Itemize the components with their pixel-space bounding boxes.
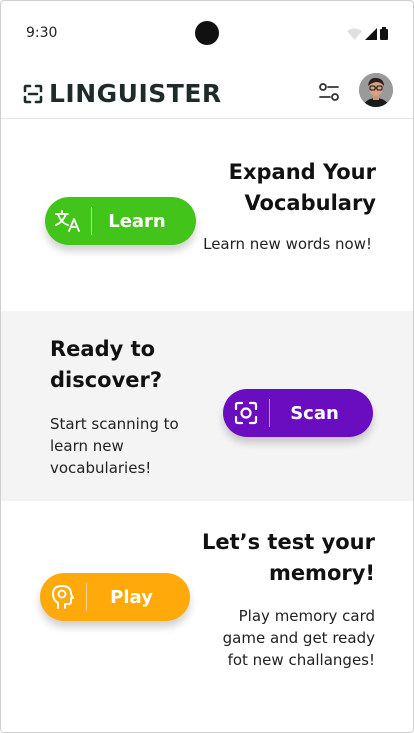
signal-icon bbox=[365, 28, 377, 40]
avatar[interactable] bbox=[359, 73, 393, 107]
play-heading: Let’s test your memory! bbox=[201, 530, 375, 585]
learn-section: Expand Your Vocabulary Learn new words n… bbox=[1, 119, 413, 311]
play-button[interactable]: Play bbox=[40, 573, 190, 621]
brain-head-icon bbox=[40, 584, 86, 610]
status-bar: 9:30 bbox=[1, 1, 413, 65]
play-description: Play memory card game and get ready fot … bbox=[222, 607, 375, 669]
scan-heading: Ready to discover? bbox=[50, 337, 163, 392]
phone-screen: 9:30 LINGUISTER Expand Your Vocabulary L… bbox=[0, 0, 414, 733]
learn-description: Learn new words now! bbox=[203, 235, 372, 253]
scan-section: Ready to discover? Start scanning to lea… bbox=[1, 311, 413, 501]
scan-logo-icon bbox=[23, 84, 43, 104]
status-time: 9:30 bbox=[26, 25, 58, 41]
play-button-label: Play bbox=[110, 586, 153, 608]
learn-button[interactable]: Learn bbox=[45, 197, 196, 245]
play-section: Let’s test your memory! Play memory card… bbox=[1, 501, 413, 732]
wifi-icon bbox=[347, 28, 362, 40]
system-icons bbox=[347, 27, 388, 40]
profile-photo bbox=[359, 73, 393, 107]
filter-sliders-icon[interactable] bbox=[318, 81, 340, 103]
app-bar: LINGUISTER bbox=[1, 65, 413, 119]
scan-button[interactable]: Scan bbox=[223, 389, 373, 437]
learn-button-label: Learn bbox=[108, 210, 166, 232]
app-title: LINGUISTER bbox=[49, 79, 222, 108]
camera-scan-icon bbox=[223, 401, 269, 425]
translate-icon bbox=[45, 210, 91, 232]
scan-button-label: Scan bbox=[290, 402, 339, 424]
front-camera bbox=[195, 21, 219, 45]
battery-icon bbox=[380, 27, 388, 40]
scan-description: Start scanning to learn new vocabularies… bbox=[50, 415, 179, 477]
